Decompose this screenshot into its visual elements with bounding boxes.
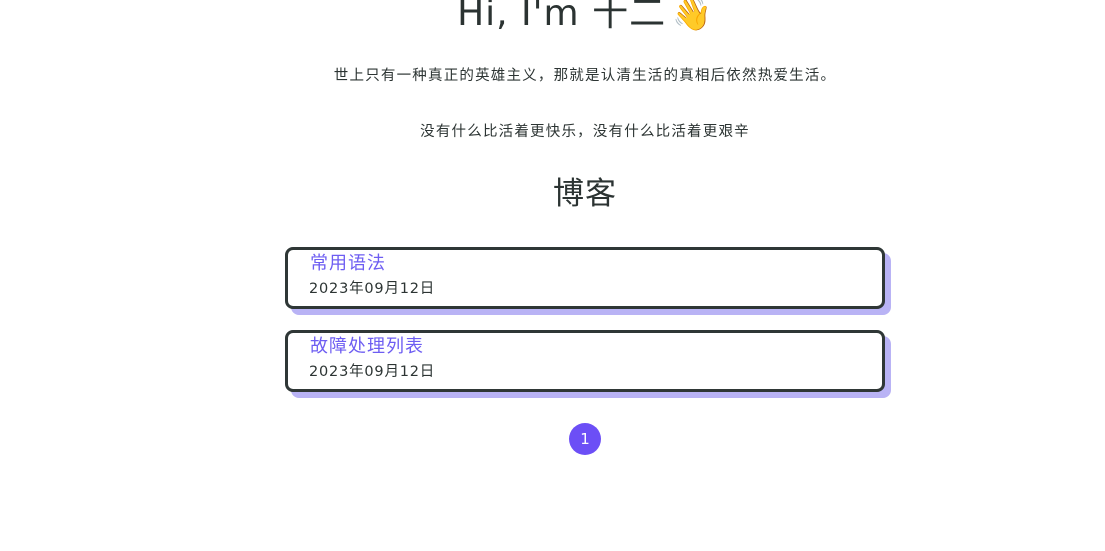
quote-2: 没有什么比活着更快乐，没有什么比活着更艰辛 <box>420 124 750 140</box>
waving-hand-icon: 👋 <box>672 0 713 33</box>
hero-title-text: Hi, I'm 十二 <box>457 0 667 34</box>
post-title-link[interactable]: 故障处理列表 <box>310 335 424 359</box>
blog-section-title: 博客 <box>553 176 617 212</box>
pagination-page-button[interactable]: 1 <box>569 423 601 455</box>
post-card[interactable]: 常用语法 2023年09月12日 <box>285 247 885 309</box>
quote-1: 世上只有一种真正的英雄主义，那就是认清生活的真相后依然热爱生活。 <box>333 68 837 84</box>
hero-heading: Hi, I'm 十二 👋 <box>0 0 1105 40</box>
post-date: 2023年09月12日 <box>309 364 436 380</box>
post-title-link[interactable]: 常用语法 <box>310 252 386 276</box>
post-date: 2023年09月12日 <box>309 281 436 297</box>
post-card[interactable]: 故障处理列表 2023年09月12日 <box>285 330 885 392</box>
page: Hi, I'm 十二 👋 世上只有一种真正的英雄主义，那就是认清生活的真相后依然热… <box>0 0 1105 551</box>
